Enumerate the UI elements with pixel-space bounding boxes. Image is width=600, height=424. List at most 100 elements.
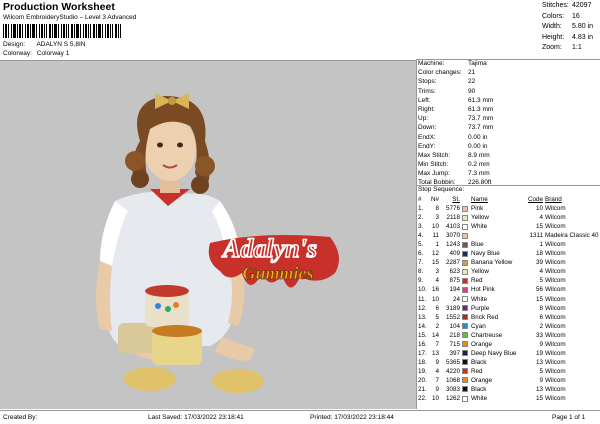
machine-row: Machine: Tajima [418, 60, 487, 67]
machine-row: Max Stitch: 8.9 mm [418, 151, 490, 159]
row-number: 18. [418, 358, 427, 366]
row-code: 13 [535, 358, 543, 366]
row-number: 19. [418, 367, 427, 375]
row-code: 18 [535, 250, 543, 258]
row-color-name: White [471, 395, 488, 403]
table-row: 3. 10 4103 White 15 Wilcom [418, 222, 600, 231]
color-swatch [462, 205, 468, 212]
row-stitches: 1262 [445, 395, 460, 403]
color-swatch [462, 268, 468, 275]
gummy-jar-lid [152, 325, 202, 337]
table-row: 20. 7 1068 Orange 9 Wilcom [418, 376, 600, 385]
row-stitches: 875 [449, 277, 460, 285]
table-row: 8. 3 623 Yellow 4 Wilcom [418, 267, 600, 276]
machine-row: Left: 61.3 mm [418, 96, 494, 104]
row-brand: Wilcom [545, 340, 566, 348]
gummy [173, 302, 179, 308]
machine-row: Color changes: 21 [418, 69, 476, 77]
row-stitches: 1243 [445, 241, 460, 249]
col-header-num: # [418, 196, 422, 203]
page-number: Page 1 of 1 [552, 414, 586, 421]
row-code: 9 [539, 340, 543, 348]
row-number: 17. [418, 349, 427, 357]
row-code: 6 [539, 313, 543, 321]
software-subtitle: Wilcom EmbroideryStudio – Level 3 Advanc… [3, 14, 137, 21]
row-brand: Wilcom [545, 268, 566, 276]
table-row: 5. 1 1243 Blue 1 Wilcom [418, 240, 600, 249]
color-swatch [462, 223, 468, 230]
col-header-swatch [462, 197, 468, 203]
color-swatch [462, 332, 468, 339]
color-swatch [462, 350, 468, 357]
row-number: 13. [418, 313, 427, 321]
row-number: 16. [418, 340, 427, 348]
row-code: 56 [535, 286, 543, 294]
design-label: Design: [3, 41, 26, 48]
row-needle: 1 [435, 241, 439, 249]
table-row: 13. 5 1552 Brick Red 6 Wilcom [418, 313, 600, 322]
row-needle: 7 [435, 340, 439, 348]
row-color-name: Navy Blue [471, 250, 500, 258]
row-number: 9. [418, 277, 424, 285]
row-color-name: White [471, 223, 488, 231]
row-number: 1. [418, 205, 424, 213]
last-saved: Last Saved: 17/03/2022 23:18:41 [148, 414, 244, 421]
machine-row: Right: 61.3 mm [418, 105, 494, 113]
color-swatch [462, 241, 468, 248]
col-header-name: Name [471, 196, 488, 203]
row-number: 22. [418, 395, 427, 403]
color-swatch [462, 359, 468, 366]
stat-row: Height: 4.83 in [542, 33, 594, 41]
embroidery-artwork: Adalyn's Gummies [96, 93, 339, 393]
row-number: 10. [418, 286, 427, 294]
machine-row: Up: 73.7 mm [418, 115, 494, 123]
row-number: 15. [418, 331, 427, 339]
design-preview: Adalyn's Gummies [0, 60, 416, 409]
row-number: 14. [418, 322, 427, 330]
row-stitches: 409 [449, 250, 460, 258]
row-needle: 3 [435, 214, 439, 222]
row-brand: Wilcom [545, 205, 566, 213]
girl-leg-right [215, 337, 255, 361]
row-color-name: Deep Navy Blue [471, 349, 517, 357]
table-row: 4. 11 3070 1311 Madeira Classic 40 [418, 231, 600, 240]
row-stitches: 104 [449, 322, 460, 330]
row-needle: 6 [435, 304, 439, 312]
row-color-name [471, 231, 527, 240]
color-swatch [462, 296, 468, 303]
row-brand: Wilcom [545, 358, 566, 366]
row-brand: Madeira Classic 40 [545, 232, 599, 240]
color-swatch [462, 277, 468, 284]
row-needle: 7 [435, 376, 439, 384]
row-code: 8 [539, 304, 543, 312]
color-swatch [462, 341, 468, 348]
table-row: 18. 9 5365 Black 13 Wilcom [418, 358, 600, 367]
table-row: 12. 6 3189 Purple 8 Wilcom [418, 304, 600, 313]
row-brand: Wilcom [545, 367, 566, 375]
row-number: 12. [418, 304, 427, 312]
row-color-name: Hot Pink [471, 286, 495, 294]
color-swatch [462, 323, 468, 330]
machine-row: EndX: 0.00 in [418, 133, 488, 141]
table-row: 17. 13 397 Deep Navy Blue 19 Wilcom [418, 349, 600, 358]
row-code: 15 [535, 223, 543, 231]
row-color-name: Brick Red [471, 313, 499, 321]
row-brand: Wilcom [545, 313, 566, 321]
color-swatch [462, 214, 468, 221]
row-needle: 2 [435, 322, 439, 330]
logo-text-gummies: Gummies [242, 263, 313, 283]
row-color-name: Orange [471, 376, 493, 384]
table-row: 22. 10 1262 White 15 Wilcom [418, 394, 600, 403]
row-code: 5 [539, 277, 543, 285]
row-stitches: 1552 [445, 313, 460, 321]
table-row: 16. 7 715 Orange 9 Wilcom [418, 340, 600, 349]
hair-curl [125, 151, 145, 171]
row-color-name: White [471, 295, 488, 303]
row-code: 33 [535, 331, 543, 339]
row-code: 2 [539, 322, 543, 330]
row-code: 4 [539, 268, 543, 276]
row-stitches: 397 [449, 349, 460, 357]
row-needle: 15 [431, 259, 439, 267]
table-row: 19. 4 4220 Red 5 Wilcom [418, 367, 600, 376]
hair-curl [195, 156, 215, 176]
